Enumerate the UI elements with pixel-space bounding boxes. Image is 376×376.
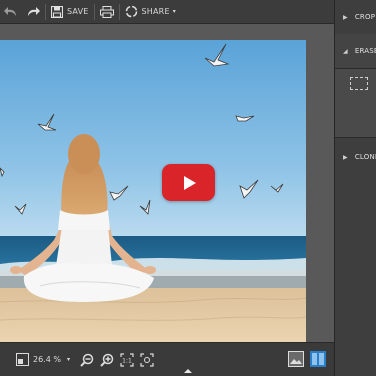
save-icon xyxy=(51,5,63,18)
tools-panel: ▶ CROP ◢ ERASE ▶ CLONE xyxy=(334,0,376,376)
chevron-down-icon[interactable]: ▾ xyxy=(67,356,70,363)
image-view-icon[interactable] xyxy=(288,351,304,367)
zoom-out-icon[interactable] xyxy=(80,353,94,367)
beach-photo xyxy=(0,40,306,354)
panel-section-erase[interactable]: ◢ ERASE xyxy=(335,34,376,68)
crop-label: CROP xyxy=(354,13,376,21)
clone-label: CLONE xyxy=(354,153,376,161)
bottom-toolbar: 26.4 % ▾ 1:1 xyxy=(0,342,334,376)
marquee-select-icon[interactable] xyxy=(350,77,368,90)
top-toolbar: SAVE SHARE ▾ xyxy=(0,0,334,24)
toolbar-divider xyxy=(93,3,95,20)
panel-section-crop[interactable]: ▶ CROP xyxy=(335,0,376,34)
erase-label: ERASE xyxy=(354,47,376,55)
video-play-button[interactable] xyxy=(162,164,215,201)
collapse-handle-icon[interactable] xyxy=(184,369,192,373)
share-label: SHARE xyxy=(141,7,170,16)
canvas-area[interactable] xyxy=(0,24,334,354)
zoom-level[interactable]: 26.4 % xyxy=(33,355,61,364)
play-icon xyxy=(183,175,196,190)
panel-section-clone[interactable]: ▶ CLONE xyxy=(335,140,376,174)
fit-to-window-icon[interactable] xyxy=(140,352,154,367)
erase-tools xyxy=(335,68,376,138)
chevron-down-icon: ▾ xyxy=(172,8,176,15)
share-icon xyxy=(125,5,138,18)
photo-canvas[interactable] xyxy=(0,40,306,354)
save-label: SAVE xyxy=(67,7,89,16)
photo-editor-window: SAVE SHARE ▾ ▶ CROP ◢ ERAS ▶ CLON 26.4 %… xyxy=(0,0,376,376)
undo-icon[interactable] xyxy=(4,0,18,24)
fit-screen-icon[interactable] xyxy=(16,353,29,366)
toolbar-divider xyxy=(45,3,46,20)
split-view-icon[interactable] xyxy=(310,351,326,367)
chevron-right-icon: ▶ xyxy=(343,13,348,21)
view-toggle-group xyxy=(288,351,326,367)
redo-icon[interactable] xyxy=(26,0,40,24)
save-button[interactable]: SAVE xyxy=(51,0,89,24)
print-icon xyxy=(99,5,114,18)
toolbar-divider xyxy=(118,3,120,20)
chevron-down-icon: ◢ xyxy=(343,47,348,55)
chevron-right-icon: ▶ xyxy=(343,153,348,161)
svg-text:1:1: 1:1 xyxy=(122,357,132,364)
actual-size-icon[interactable]: 1:1 xyxy=(120,352,134,367)
print-button[interactable] xyxy=(99,0,114,24)
share-button[interactable]: SHARE ▾ xyxy=(125,0,176,24)
zoom-in-icon[interactable] xyxy=(100,353,114,367)
